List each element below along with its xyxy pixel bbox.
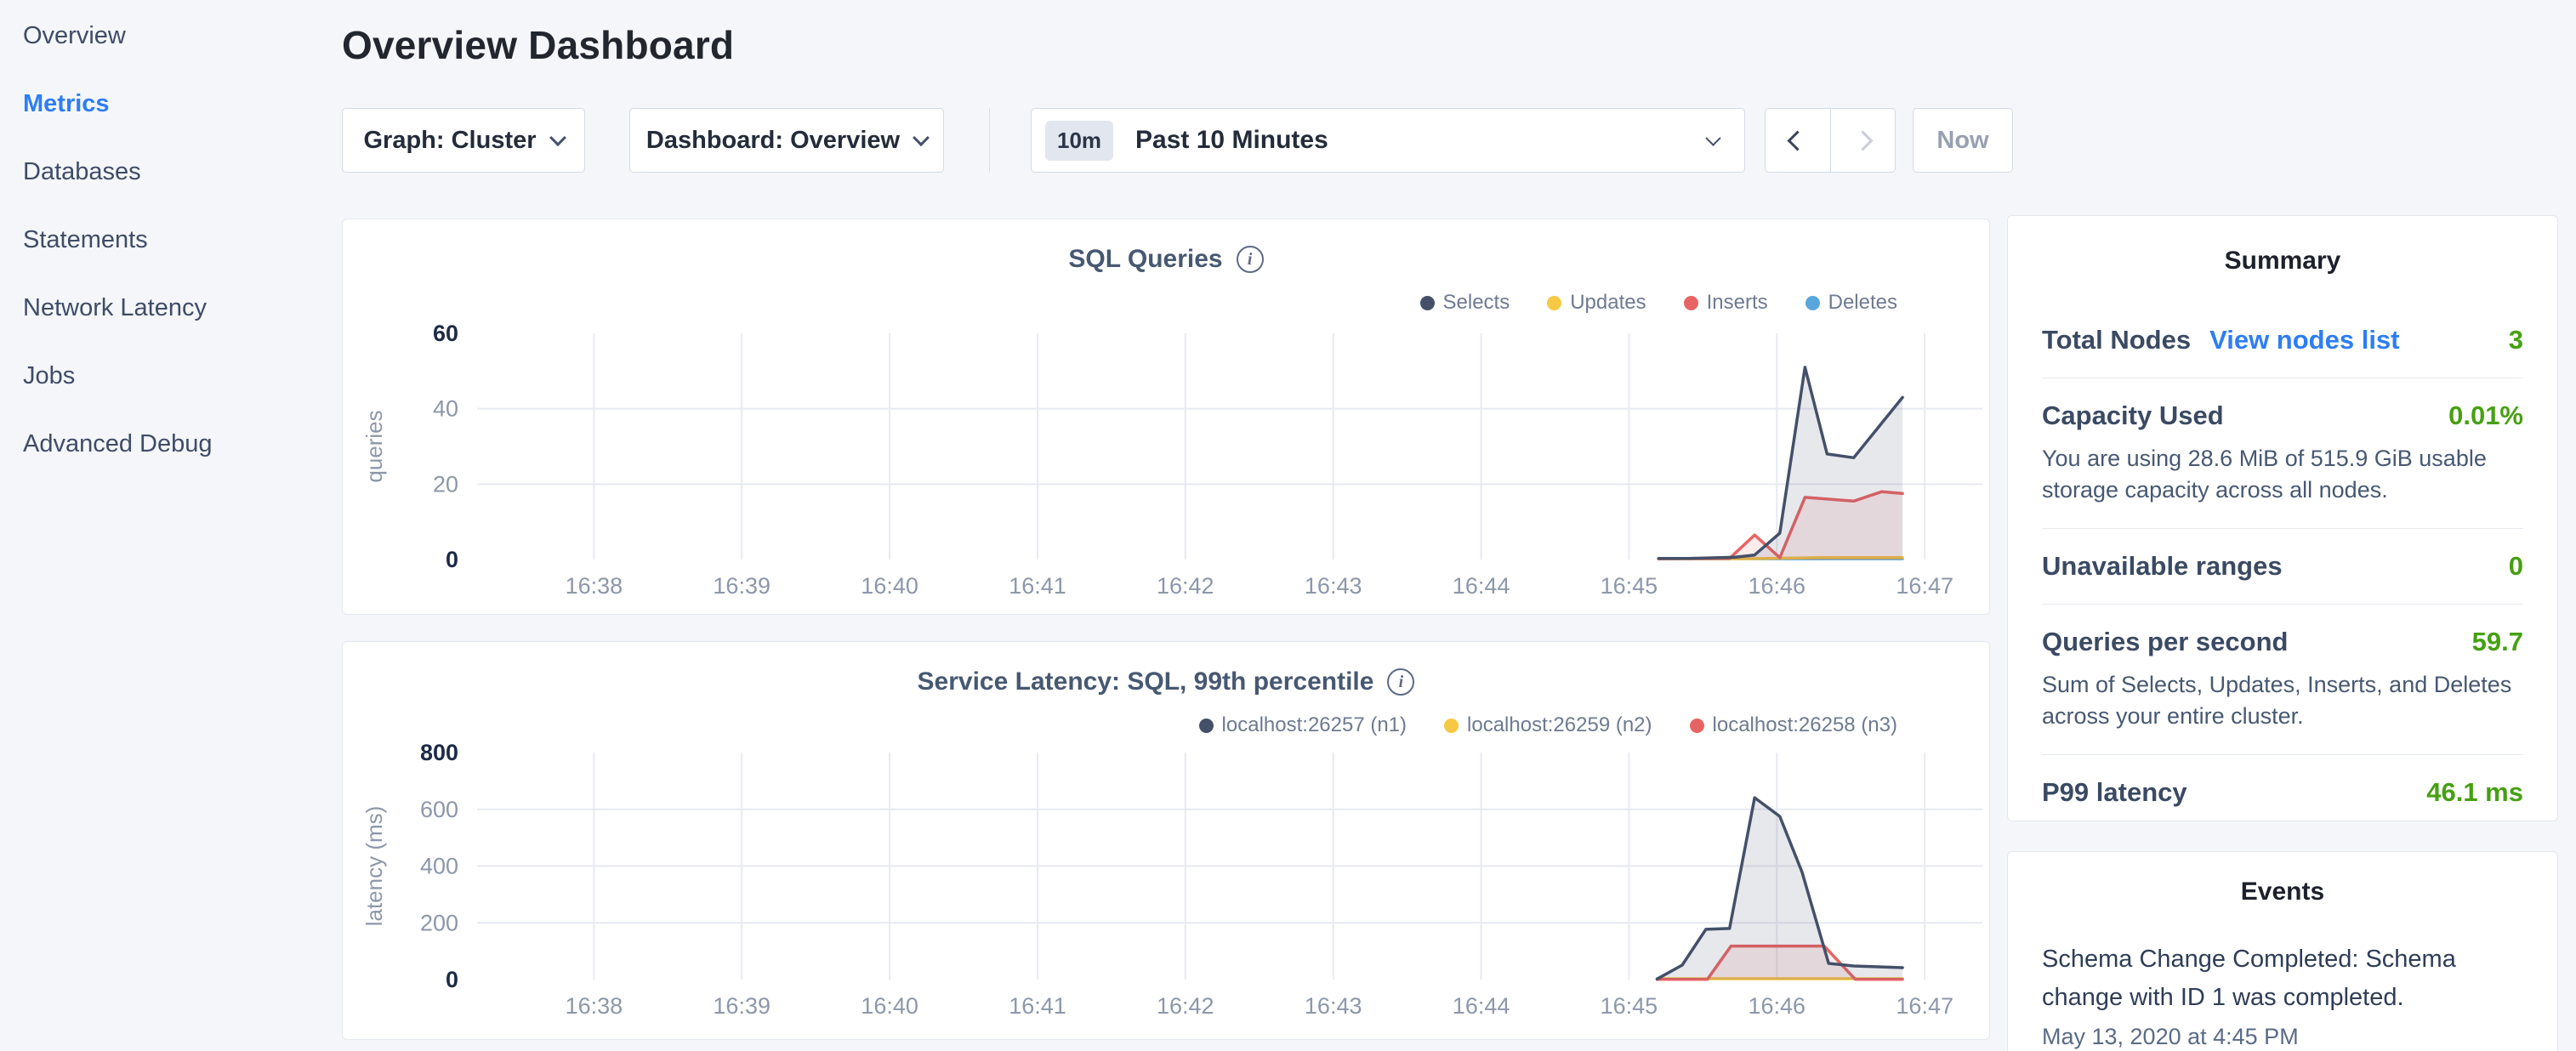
now-button[interactable]: Now xyxy=(1913,108,2013,173)
svg-text:200: 200 xyxy=(420,910,458,935)
svg-text:16:39: 16:39 xyxy=(713,573,771,599)
svg-text:16:41: 16:41 xyxy=(1009,573,1066,599)
svg-text:16:42: 16:42 xyxy=(1157,573,1214,599)
sql-queries-chart-panel: SQL Queries i SelectsUpdatesInsertsDelet… xyxy=(342,219,1990,615)
summary-row-description: You are using 28.6 MiB of 515.9 GiB usab… xyxy=(2042,443,2523,506)
summary-row-unavailable-ranges: Unavailable ranges 0 xyxy=(2042,551,2523,582)
svg-text:16:38: 16:38 xyxy=(566,573,623,599)
prev-time-button[interactable] xyxy=(1766,109,1830,172)
chevron-left-icon xyxy=(1788,130,1808,151)
sidebar-item-advanced-debug[interactable]: Advanced Debug xyxy=(23,410,342,478)
summary-row-total-nodes: Total Nodes View nodes list 3 xyxy=(2042,325,2523,355)
sidebar-item-network-latency[interactable]: Network Latency xyxy=(23,274,342,342)
sidebar-item-metrics[interactable]: Metrics xyxy=(23,70,342,138)
summary-row-p99-latency: P99 latency 46.1 ms xyxy=(2042,777,2523,808)
summary-row-label: Queries per second xyxy=(2042,627,2288,657)
event-text[interactable]: Schema Change Completed: Schema change w… xyxy=(2042,940,2523,1017)
summary-row-value: 3 xyxy=(2509,325,2523,355)
graph-dropdown-label: Graph: Cluster xyxy=(363,127,536,155)
summary-title: Summary xyxy=(2042,247,2523,276)
svg-text:20: 20 xyxy=(433,471,458,497)
summary-row-label: P99 latency xyxy=(2042,777,2187,808)
summary-panel: Summary Total Nodes View nodes list 3 Ca… xyxy=(2007,215,2558,821)
svg-text:0: 0 xyxy=(446,547,458,572)
sidebar-item-overview[interactable]: Overview xyxy=(23,2,342,70)
chevron-right-icon xyxy=(1852,130,1873,151)
view-nodes-list-link[interactable]: View nodes list xyxy=(2209,325,2399,355)
event-timestamp: May 13, 2020 at 4:45 PM xyxy=(2042,1024,2523,1050)
graph-dropdown[interactable]: Graph: Cluster xyxy=(342,108,585,173)
summary-row-label: Unavailable ranges xyxy=(2042,551,2283,582)
divider xyxy=(2042,604,2523,605)
svg-text:16:38: 16:38 xyxy=(566,993,623,1019)
svg-text:16:44: 16:44 xyxy=(1453,993,1510,1019)
svg-text:16:41: 16:41 xyxy=(1009,993,1066,1019)
svg-text:16:43: 16:43 xyxy=(1305,993,1362,1019)
service-latency-chart-panel: Service Latency: SQL, 99th percentile i … xyxy=(342,641,1990,1040)
svg-text:16:47: 16:47 xyxy=(1896,993,1953,1019)
svg-text:40: 40 xyxy=(433,396,458,422)
svg-text:600: 600 xyxy=(420,797,458,822)
svg-text:16:43: 16:43 xyxy=(1305,573,1362,599)
svg-text:queries: queries xyxy=(361,410,387,482)
summary-row-value: 59.7 xyxy=(2472,627,2523,657)
svg-text:60: 60 xyxy=(433,321,458,346)
svg-text:16:44: 16:44 xyxy=(1453,573,1510,599)
sidebar-item-statements[interactable]: Statements xyxy=(23,206,342,274)
events-title: Events xyxy=(2042,878,2523,906)
summary-row-label: Capacity Used xyxy=(2042,401,2224,431)
svg-text:16:45: 16:45 xyxy=(1601,993,1658,1019)
page-title: Overview Dashboard xyxy=(342,22,734,68)
svg-text:16:40: 16:40 xyxy=(861,573,918,599)
dashboard-dropdown-label: Dashboard: Overview xyxy=(646,127,900,155)
chevron-down-icon xyxy=(549,129,566,146)
time-range-dropdown[interactable]: 10m Past 10 Minutes xyxy=(1031,108,1745,173)
time-step-buttons xyxy=(1765,108,1896,173)
sidebar-item-databases[interactable]: Databases xyxy=(23,138,342,206)
summary-row-value: 46.1 ms xyxy=(2426,777,2523,808)
next-time-button[interactable] xyxy=(1830,109,1896,172)
svg-text:16:45: 16:45 xyxy=(1601,573,1658,599)
events-panel: Events Schema Change Completed: Schema c… xyxy=(2007,851,2558,1051)
svg-text:16:42: 16:42 xyxy=(1157,993,1214,1019)
svg-text:16:46: 16:46 xyxy=(1749,573,1806,599)
summary-row-value: 0.01% xyxy=(2448,401,2523,431)
time-range-badge: 10m xyxy=(1045,121,1113,161)
summary-row-label: Total Nodes xyxy=(2042,325,2191,355)
toolbar-divider xyxy=(989,108,990,173)
svg-text:0: 0 xyxy=(446,967,458,992)
svg-text:800: 800 xyxy=(420,740,458,765)
chevron-down-icon xyxy=(913,129,930,146)
summary-row-queries-per-second: Queries per second 59.7 Sum of Selects, … xyxy=(2042,627,2523,732)
svg-text:16:46: 16:46 xyxy=(1749,993,1806,1019)
svg-text:16:39: 16:39 xyxy=(713,993,771,1019)
line-chart: 16:38 16:39 16:40 16:41 16:42 16:43 16:44 16:45… xyxy=(343,219,1989,614)
sidebar: Overview Metrics Databases Statements Ne… xyxy=(0,0,342,1051)
sidebar-item-jobs[interactable]: Jobs xyxy=(23,342,342,410)
svg-text:16:40: 16:40 xyxy=(861,993,918,1019)
divider xyxy=(2042,754,2523,755)
summary-row-description: Sum of Selects, Updates, Inserts, and De… xyxy=(2042,669,2523,732)
time-range-label: Past 10 Minutes xyxy=(1135,126,1328,155)
summary-row-value: 0 xyxy=(2509,551,2523,582)
svg-text:latency (ms): latency (ms) xyxy=(361,806,387,927)
divider xyxy=(2042,528,2523,529)
dashboard-dropdown[interactable]: Dashboard: Overview xyxy=(629,108,944,173)
summary-row-capacity-used: Capacity Used 0.01% You are using 28.6 M… xyxy=(2042,401,2523,506)
chevron-down-icon xyxy=(1705,130,1720,145)
svg-text:16:47: 16:47 xyxy=(1896,573,1953,599)
line-chart: 16:38 16:39 16:40 16:41 16:42 16:43 16:44 16:45… xyxy=(343,642,1989,1039)
svg-text:400: 400 xyxy=(420,854,458,879)
